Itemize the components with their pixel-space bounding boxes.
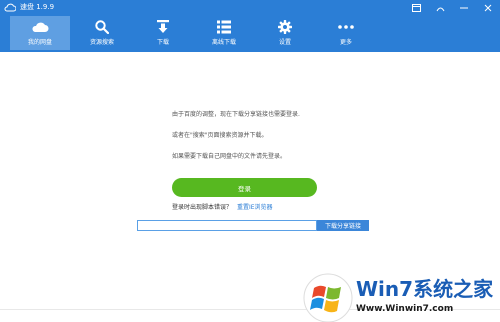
tab-offline-download[interactable]: 离线下载 — [194, 16, 254, 50]
main-nav: 我的网盘 资源搜索 下载 离线下载 设置 更多 — [0, 16, 500, 52]
tab-label: 设置 — [278, 39, 291, 46]
watermark-url: Www.Winwin7.com — [356, 304, 454, 314]
login-button[interactable]: 登录 — [172, 178, 317, 197]
login-help-text: 登录时出现脚本错误？ — [172, 204, 233, 211]
tab-my-disk[interactable]: 我的网盘 — [10, 16, 70, 50]
app-logo-icon — [4, 3, 16, 12]
tab-label: 资源搜索 — [89, 39, 114, 46]
tab-download[interactable]: 下载 — [133, 16, 193, 50]
close-icon — [484, 4, 492, 12]
share-link-input[interactable] — [137, 220, 317, 231]
search-icon — [93, 19, 111, 35]
skin-icon — [411, 4, 421, 12]
tab-label: 离线下载 — [211, 39, 236, 46]
watermark: Win7系统之家 Www.Winwin7.com — [300, 270, 500, 322]
restore-icon — [436, 7, 444, 11]
reset-ie-link[interactable]: 重置IE浏览器 — [237, 203, 273, 212]
tab-label: 下载 — [156, 39, 169, 46]
app-title: 速盘 1.9.9 — [20, 3, 55, 11]
minimize-icon — [460, 7, 468, 9]
tab-more[interactable]: 更多 — [316, 16, 376, 50]
app-window: 速盘 1.9.9 我的网盘 资源搜索 下载 离线下载 设置 更多 由于百度的调整… — [0, 0, 500, 322]
title-bar: 速盘 1.9.9 — [0, 0, 500, 16]
info-message: 如果需要下载自己网盘中的文件请先登录。 — [172, 153, 287, 160]
tab-settings[interactable]: 设置 — [255, 16, 315, 50]
close-button[interactable] — [476, 0, 500, 16]
download-icon — [154, 19, 172, 35]
gear-icon — [276, 19, 294, 35]
tab-label: 更多 — [339, 39, 352, 46]
watermark-title: Win7系统之家 — [356, 277, 494, 301]
skin-button[interactable] — [404, 0, 428, 16]
cloud-icon — [31, 19, 49, 35]
info-message: 或者在"搜索"页面搜索资源并下载。 — [172, 132, 268, 139]
tab-label: 我的网盘 — [27, 39, 52, 46]
download-share-link-button[interactable]: 下载分享链接 — [317, 220, 369, 231]
more-icon — [337, 19, 355, 35]
minimize-button[interactable] — [452, 0, 476, 16]
list-icon — [215, 19, 233, 35]
restore-button[interactable] — [428, 0, 452, 16]
window-controls — [404, 0, 500, 16]
tab-resource-search[interactable]: 资源搜索 — [72, 16, 132, 50]
header: 速盘 1.9.9 我的网盘 资源搜索 下载 离线下载 设置 更多 — [0, 0, 500, 52]
info-message: 由于百度的调整，现在下载分享链接也需要登录. — [172, 111, 300, 118]
